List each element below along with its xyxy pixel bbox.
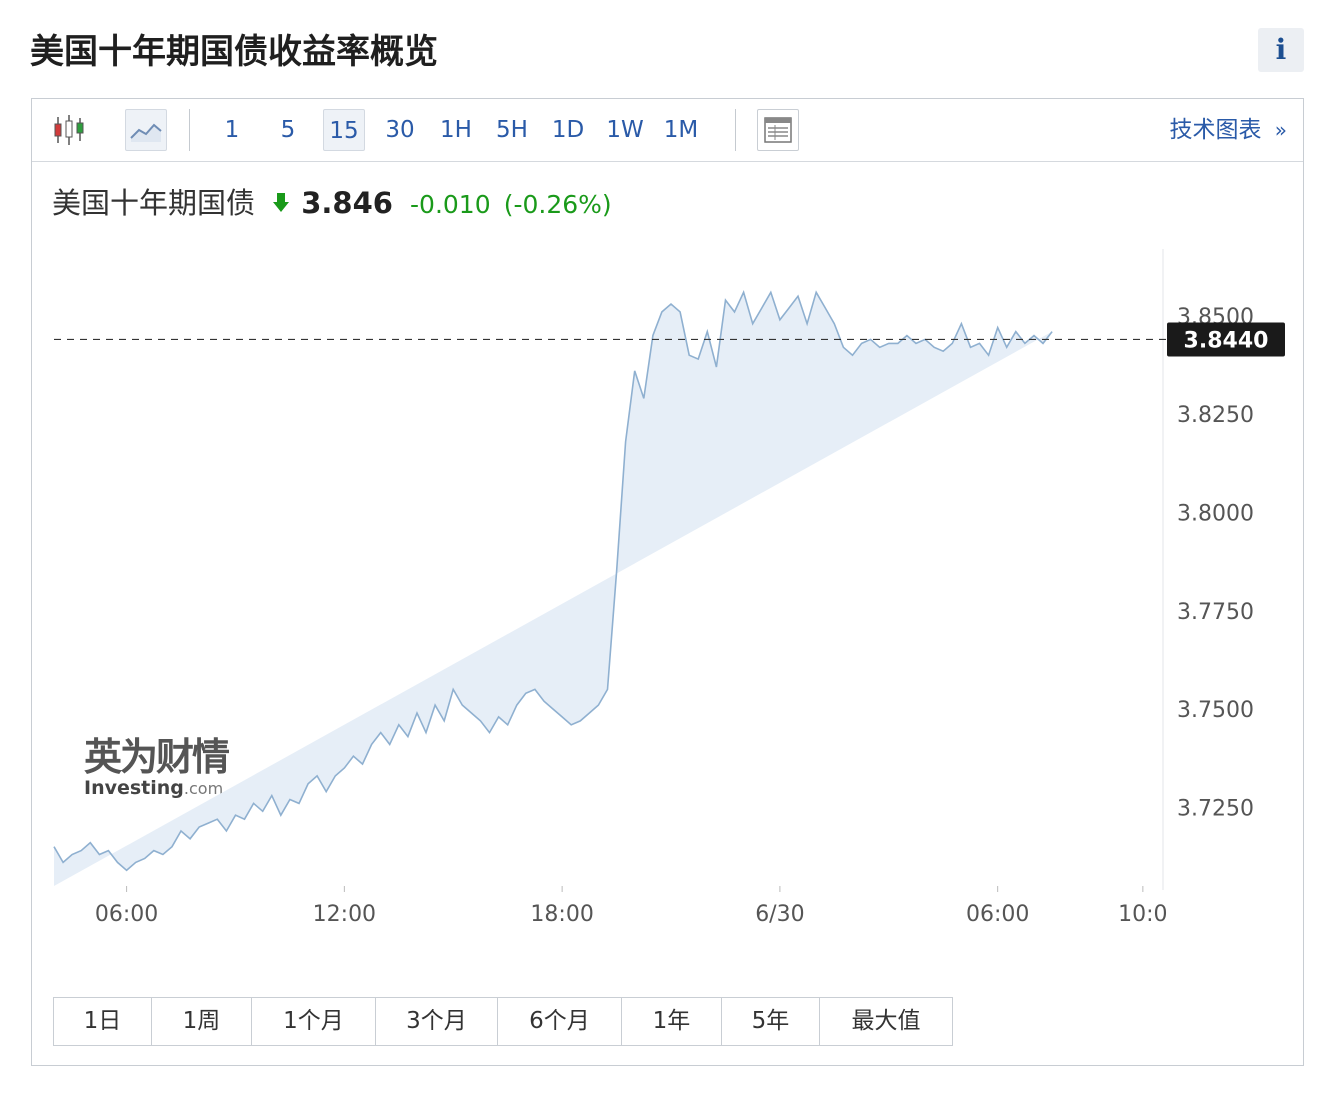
range-5y[interactable]: 5年 [722, 998, 820, 1045]
y-tick-label: 3.8000 [1177, 501, 1254, 526]
page-title: 美国十年期国债收益率概览 [30, 32, 438, 72]
y-tick-label: 3.7750 [1177, 600, 1254, 625]
x-tick-label: 18:00 [530, 902, 593, 927]
range-1d[interactable]: 1日 [54, 998, 152, 1045]
range-1m[interactable]: 1个月 [252, 998, 376, 1045]
range-selector: 1日 1周 1个月 3个月 6个月 1年 5年 最大值 [53, 997, 953, 1046]
range-3m[interactable]: 3个月 [376, 998, 498, 1045]
x-tick-label: 10:0 [1118, 902, 1167, 927]
range-max[interactable]: 最大值 [820, 998, 952, 1045]
info-button[interactable]: i [1258, 28, 1304, 72]
range-6m[interactable]: 6个月 [498, 998, 622, 1045]
y-tick-label: 3.7500 [1177, 698, 1254, 723]
current-value-label: 3.8440 [1184, 328, 1269, 353]
y-tick-label: 3.8250 [1177, 403, 1254, 428]
yield-chart[interactable]: 3.85003.82503.80003.77503.75003.72503.84… [32, 99, 1305, 999]
x-tick-label: 12:00 [313, 902, 376, 927]
yield-area-fill [54, 292, 1053, 886]
x-tick-label: 06:00 [966, 902, 1029, 927]
x-tick-label: 06:00 [95, 902, 158, 927]
range-1w[interactable]: 1周 [152, 998, 252, 1045]
x-tick-label: 6/30 [755, 902, 804, 927]
chart-panel: 1 5 15 30 1H 5H 1D 1W 1M 技术图表 » 美国十年期国债 [31, 98, 1304, 1066]
y-tick-label: 3.7250 [1177, 796, 1254, 821]
range-1y[interactable]: 1年 [622, 998, 722, 1045]
